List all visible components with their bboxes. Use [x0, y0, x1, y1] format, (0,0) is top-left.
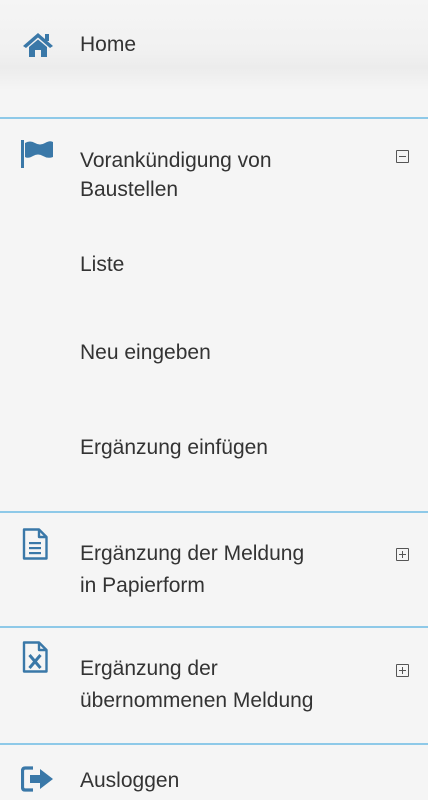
home-icon — [23, 33, 53, 57]
sidebar-item-home[interactable]: Home — [0, 0, 428, 90]
sidebar-item-label: übernommenen Meldung — [80, 689, 314, 712]
flag-icon — [21, 140, 53, 168]
sidebar-item-logout[interactable]: Ausloggen — [0, 744, 428, 800]
sidebar-item-label: Baustellen — [80, 178, 179, 201]
excel-file-icon — [22, 641, 48, 673]
sidebar-item-uebernommen[interactable]: Ergänzung der übernommenen Meldung — [0, 627, 428, 743]
sidebar-menu: Home Vorankündigung von Baustellen Liste… — [0, 0, 428, 800]
sidebar-item-label: Home — [80, 33, 137, 56]
sidebar-item-label: in Papierform — [80, 574, 205, 597]
sidebar-item-label: Vorankündigung von — [80, 149, 272, 172]
sign-out-icon — [21, 766, 53, 792]
expand-icon[interactable] — [396, 664, 409, 677]
sidebar-item-baustellen[interactable]: Vorankündigung von Baustellen — [0, 118, 428, 208]
collapse-icon[interactable] — [396, 150, 409, 163]
sidebar-subitem-neu-eingeben[interactable]: Neu eingeben — [80, 339, 211, 367]
sidebar-item-label: Ergänzung der — [80, 657, 218, 680]
sidebar-item-label: Ergänzung der Meldung — [80, 542, 305, 565]
document-icon — [22, 528, 48, 560]
expand-icon[interactable] — [396, 548, 409, 561]
sidebar-subitem-ergaenzung-einfuegen[interactable]: Ergänzung einfügen — [80, 434, 268, 462]
sidebar-subitem-liste[interactable]: Liste — [80, 251, 124, 279]
sidebar-item-papierform[interactable]: Ergänzung der Meldung in Papierform — [0, 512, 428, 626]
sidebar-item-label: Ausloggen — [80, 769, 180, 792]
